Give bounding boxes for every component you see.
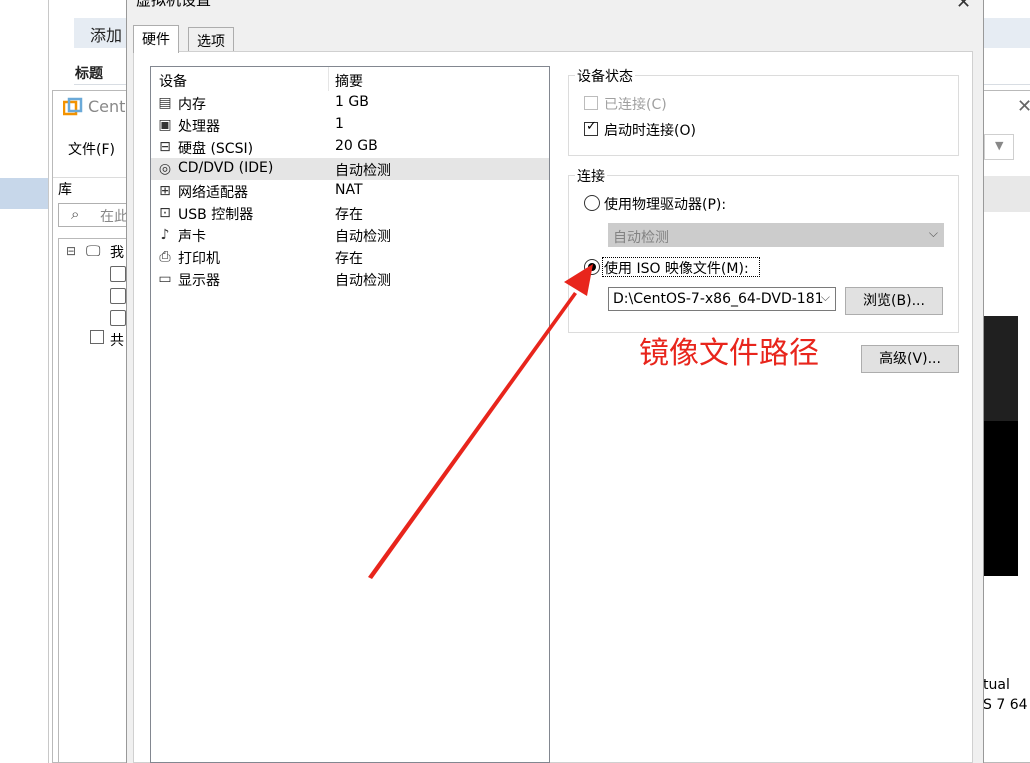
iso-path-value: D:\CentOS-7-x86_64-DVD-181 <box>613 291 824 307</box>
device-name: 打印机 <box>178 251 220 267</box>
device-name: 硬盘 (SCSI) <box>178 141 254 157</box>
device-status-group <box>568 75 959 156</box>
device-summary: 自动检测 <box>335 273 391 289</box>
column-header-summary[interactable]: 摘要 <box>335 71 363 91</box>
tab-hardware[interactable]: 硬件 <box>133 25 179 53</box>
tree-item-shared[interactable]: 共 <box>110 330 124 350</box>
device-summary: 1 GB <box>335 94 369 110</box>
printer-icon: ⎙ <box>159 249 171 265</box>
vmware-title: Cent <box>88 97 126 116</box>
connected-label: 已连接(C) <box>604 97 667 113</box>
device-list[interactable]: 设备 摘要 ▤ 内存 1 GB ▣ 处理器 1 ⊟ 硬盘 (SCSI) 20 GB ◎ CD/DVD… <box>150 66 550 763</box>
vmware-search-placeholder: 在此 <box>100 209 128 225</box>
vmware-selection-bar <box>0 178 48 209</box>
chevron-down-icon: ⌵ <box>820 290 830 304</box>
radio-selected-dot <box>588 263 596 271</box>
annotation-text: 镜像文件路径 <box>639 336 819 371</box>
tree-collapse-icon[interactable]: ⊟ <box>66 244 76 258</box>
device-row[interactable]: ▣ 处理器 1 <box>151 114 549 136</box>
vm-detail-text-2: S 7 64 <box>983 697 1028 713</box>
vm-icon <box>110 266 126 282</box>
usb-icon: ⊡ <box>159 205 171 221</box>
vm-icon <box>110 288 126 304</box>
vmware-menu-file[interactable]: 文件(F) <box>68 139 115 159</box>
device-name: USB 控制器 <box>178 207 254 223</box>
device-summary: NAT <box>335 182 363 198</box>
tab-options[interactable]: 选项 <box>188 27 234 51</box>
chevron-down-icon: ▼ <box>995 139 1004 152</box>
chevron-down-icon: ⌵ <box>928 226 938 240</box>
physical-drive-value: 自动检测 <box>613 230 669 246</box>
processor-icon: ▣ <box>158 117 172 133</box>
connection-title: 连接 <box>575 166 607 186</box>
search-icon: ⌕ <box>71 205 80 223</box>
page-divider <box>48 0 49 763</box>
memory-icon: ▤ <box>158 95 172 111</box>
device-row[interactable]: ⊟ 硬盘 (SCSI) 20 GB <box>151 136 549 158</box>
device-summary: 存在 <box>335 207 363 223</box>
page-add-button[interactable]: 添加 <box>90 22 122 46</box>
column-separator[interactable] <box>328 67 329 91</box>
device-row[interactable]: ♪ 声卡 自动检测 <box>151 224 549 246</box>
device-row[interactable]: ⎙ 打印机 存在 <box>151 246 549 268</box>
harddisk-icon: ⊟ <box>159 139 171 155</box>
device-name: 声卡 <box>178 229 206 245</box>
vmware-logo-icon <box>63 97 83 116</box>
device-summary: 自动检测 <box>335 229 391 245</box>
network-adapter-icon: ⊞ <box>159 183 171 199</box>
device-name: 内存 <box>178 97 206 113</box>
column-header-device[interactable]: 设备 <box>159 71 187 91</box>
connect-at-poweron-label: 启动时连接(O) <box>604 123 696 139</box>
vmware-separator <box>53 177 130 178</box>
iso-image-radio[interactable] <box>584 259 600 275</box>
iso-image-label: 使用 ISO 映像文件(M): <box>604 261 749 277</box>
iso-path-combo[interactable]: D:\CentOS-7-x86_64-DVD-181 ⌵ <box>608 287 836 311</box>
dialog-title: 虚拟机设置 <box>136 0 212 9</box>
vm-icon <box>110 310 126 326</box>
device-name: 网络适配器 <box>178 185 248 201</box>
computer-icon: 🖵 <box>86 242 101 260</box>
device-name: 处理器 <box>178 119 220 135</box>
device-status-title: 设备状态 <box>575 66 635 86</box>
device-list-header: 设备 摘要 <box>151 67 549 91</box>
device-name: 显示器 <box>178 273 220 289</box>
close-icon[interactable]: ✕ <box>956 0 971 13</box>
checkmark-icon: ✓ <box>586 119 597 134</box>
browse-button[interactable]: 浏览(B)... <box>845 287 943 315</box>
vmware-library-label: 库 <box>58 182 72 198</box>
display-icon: ▭ <box>158 271 172 287</box>
device-row[interactable]: ◎ CD/DVD (IDE) 自动检测 <box>151 158 549 180</box>
connected-checkbox[interactable] <box>584 96 598 110</box>
vmware-close-icon[interactable]: ✕ <box>1017 96 1030 117</box>
device-name: CD/DVD (IDE) <box>178 160 274 176</box>
device-row[interactable]: ⊡ USB 控制器 存在 <box>151 202 549 224</box>
page-section-label: 标题 <box>75 66 103 82</box>
physical-drive-select[interactable]: 自动检测 ⌵ <box>608 223 944 247</box>
cd-dvd-icon: ◎ <box>158 161 172 177</box>
advanced-button[interactable]: 高级(V)... <box>861 345 959 373</box>
connect-at-poweron-checkbox[interactable]: ✓ <box>584 119 598 136</box>
device-summary: 存在 <box>335 251 363 267</box>
tree-item-my-computer[interactable]: 我 <box>110 242 124 262</box>
device-row[interactable]: ▤ 内存 1 GB <box>151 92 549 114</box>
vmware-tab-strip <box>984 176 1030 212</box>
physical-drive-radio[interactable] <box>584 195 600 211</box>
physical-drive-label: 使用物理驱动器(P): <box>604 197 727 213</box>
device-summary: 20 GB <box>335 138 378 154</box>
device-row[interactable]: ⊞ 网络适配器 NAT <box>151 180 549 202</box>
shared-vm-icon <box>90 330 104 344</box>
device-summary: 1 <box>335 116 344 132</box>
device-row[interactable]: ▭ 显示器 自动检测 <box>151 268 549 290</box>
vm-detail-text-1: tual <box>983 677 1010 693</box>
vm-screen-preview-top <box>984 316 1018 421</box>
sound-card-icon: ♪ <box>160 227 170 243</box>
device-summary: 自动检测 <box>335 163 391 179</box>
